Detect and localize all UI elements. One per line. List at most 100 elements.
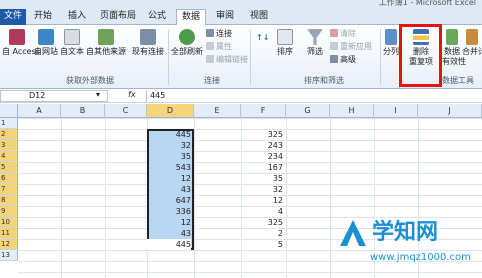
cell-d7[interactable]: 43 <box>147 184 191 195</box>
cell-f5[interactable]: 167 <box>241 162 283 173</box>
row-header-11[interactable]: 11 <box>0 228 18 239</box>
clear-label: 清除 <box>340 29 356 38</box>
cell-f11[interactable]: 2 <box>241 228 283 239</box>
column-header-i[interactable]: I <box>374 104 418 118</box>
row-header-10[interactable]: 10 <box>0 217 18 228</box>
refresh-all-label: 全部刷新 <box>171 47 203 56</box>
tab-review[interactable]: 审阅 <box>210 9 240 25</box>
data-validation-button[interactable]: 数据 有效性 <box>442 29 466 67</box>
formula-input[interactable]: 445 <box>146 90 482 102</box>
highlight-box <box>399 24 442 87</box>
from-text-label: 自文本 <box>60 47 84 56</box>
column-header-h[interactable]: H <box>330 104 374 118</box>
edit-links-label: 编辑链接 <box>216 55 248 64</box>
connections-icon <box>206 29 214 37</box>
properties-icon <box>206 42 214 50</box>
cell-f4[interactable]: 234 <box>241 151 283 162</box>
column-header-f[interactable]: F <box>241 104 286 118</box>
grid-line <box>61 118 62 278</box>
tab-formulas[interactable]: 公式 <box>142 9 172 25</box>
cell-d10[interactable]: 12 <box>147 217 191 228</box>
advanced-button[interactable]: 高级 <box>330 55 356 65</box>
properties-button[interactable]: 属性 <box>206 42 232 52</box>
select-all-corner[interactable] <box>0 104 18 118</box>
cell-d3[interactable]: 32 <box>147 140 191 151</box>
row-header-9[interactable]: 9 <box>0 206 18 217</box>
tab-home[interactable]: 开始 <box>30 9 56 25</box>
tab-insert[interactable]: 插入 <box>62 9 92 25</box>
column-header-j[interactable]: J <box>418 104 482 118</box>
row-header-12[interactable]: 12 <box>0 239 18 250</box>
advanced-label: 高级 <box>340 55 356 64</box>
from-access-button[interactable]: 自 Access <box>2 29 40 57</box>
cell-f9[interactable]: 4 <box>241 206 283 217</box>
cell-d11[interactable]: 43 <box>147 228 191 239</box>
other-sources-icon <box>98 29 114 45</box>
cell-f8[interactable]: 12 <box>241 195 283 206</box>
column-header-c[interactable]: C <box>105 104 147 118</box>
cell-f3[interactable]: 243 <box>241 140 283 151</box>
cell-f6[interactable]: 35 <box>241 173 283 184</box>
cell-d9[interactable]: 336 <box>147 206 191 217</box>
edit-links-icon <box>206 55 214 63</box>
refresh-all-button[interactable]: 全部刷新 <box>170 29 204 57</box>
from-text-button[interactable]: 自文本 <box>60 29 84 57</box>
row-header-5[interactable]: 5 <box>0 162 18 173</box>
tab-page-layout[interactable]: 页面布局 <box>96 9 140 25</box>
cell-d4[interactable]: 35 <box>147 151 191 162</box>
existing-connections-button[interactable]: 现有连接 <box>130 29 166 57</box>
row-header-4[interactable]: 4 <box>0 151 18 162</box>
text-to-columns-button[interactable]: 分列 <box>382 29 400 57</box>
row-header-8[interactable]: 8 <box>0 195 18 206</box>
from-other-sources-button[interactable]: 自其他来源 <box>86 29 126 57</box>
row-header-6[interactable]: 6 <box>0 173 18 184</box>
row-header-1[interactable]: 1 <box>0 118 18 129</box>
reapply-button[interactable]: 重新应用 <box>330 42 372 52</box>
cell-f7[interactable]: 32 <box>241 184 283 195</box>
filter-button[interactable]: 筛选 <box>302 29 328 57</box>
cell-d8[interactable]: 647 <box>147 195 191 206</box>
ribbon-tabs: 文件 开始 插入 页面布局 公式 数据 审阅 视图 <box>0 7 482 26</box>
title-bar: 工作簿1 - Microsoft Excel <box>0 0 482 7</box>
connections-label: 连接 <box>216 29 232 38</box>
connections-button[interactable]: 连接 <box>206 29 232 39</box>
edit-links-button[interactable]: 编辑链接 <box>206 55 248 65</box>
tab-file[interactable]: 文件 <box>0 9 26 25</box>
existing-connections-label: 现有连接 <box>132 47 164 56</box>
column-header-e[interactable]: E <box>194 104 241 118</box>
reapply-label: 重新应用 <box>340 42 372 51</box>
text-file-icon <box>64 29 80 45</box>
name-box[interactable]: D12 <box>0 90 108 102</box>
consolidate-icon <box>466 29 478 45</box>
row-header-2[interactable]: 2 <box>0 129 18 140</box>
cell-d12-active[interactable]: 445 <box>147 239 191 250</box>
consolidate-button[interactable]: 合并计 <box>462 29 482 57</box>
row-header-7[interactable]: 7 <box>0 184 18 195</box>
cell-d5[interactable]: 543 <box>147 162 191 173</box>
properties-label: 属性 <box>216 42 232 51</box>
cell-d6[interactable]: 12 <box>147 173 191 184</box>
grid-line <box>286 118 287 278</box>
cell-f10[interactable]: 325 <box>241 217 283 228</box>
name-box-dropdown-icon[interactable]: ▾ <box>96 90 100 100</box>
cell-d2[interactable]: 445 <box>147 129 191 140</box>
cell-f2[interactable]: 325 <box>241 129 283 140</box>
insert-function-button[interactable]: fx <box>128 90 136 99</box>
row-header-13[interactable]: 13 <box>0 250 18 261</box>
row-header-3[interactable]: 3 <box>0 140 18 151</box>
column-header-b[interactable]: B <box>61 104 105 118</box>
column-header-d[interactable]: D <box>147 104 194 118</box>
column-header-a[interactable]: A <box>18 104 61 118</box>
tab-data[interactable]: 数据 <box>176 9 206 26</box>
sort-label: 排序 <box>277 47 293 56</box>
group-external-data: 获取外部数据 <box>66 76 114 85</box>
from-other-label: 自其他来源 <box>86 47 126 56</box>
column-header-g[interactable]: G <box>286 104 330 118</box>
sort-button[interactable]: 排序 <box>272 29 298 57</box>
cell-f12[interactable]: 5 <box>241 239 283 250</box>
tab-view[interactable]: 视图 <box>244 9 274 25</box>
grid-line <box>330 118 331 278</box>
clear-button[interactable]: 清除 <box>330 29 356 39</box>
from-web-button[interactable]: 自网站 <box>34 29 58 57</box>
sort-az-icon[interactable]: ↑↓ <box>256 33 269 43</box>
